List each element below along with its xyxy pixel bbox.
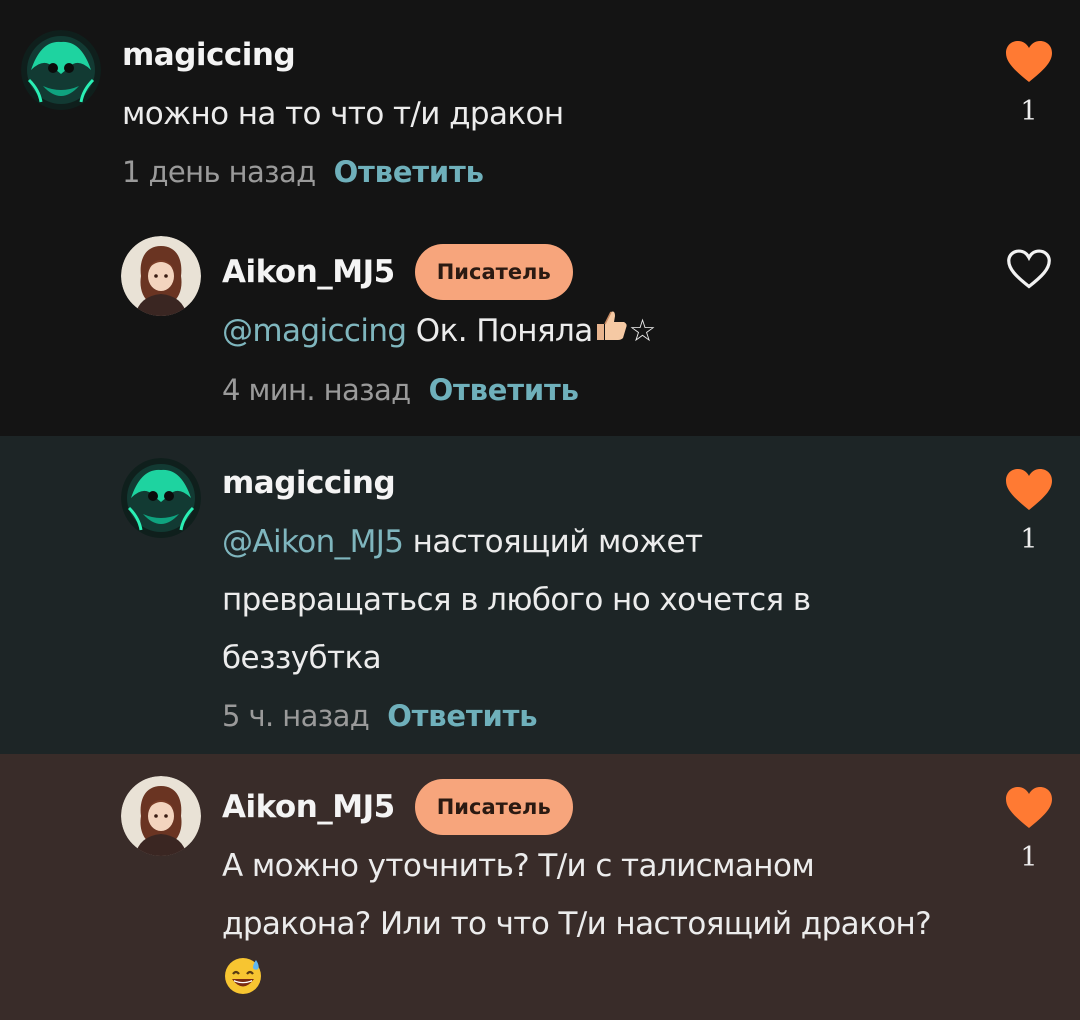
username[interactable]: magiccing (122, 37, 296, 73)
mention-link[interactable]: @Aikon_MJ5 (222, 524, 404, 560)
heart-filled-icon[interactable] (1004, 786, 1054, 830)
avatar[interactable] (121, 776, 201, 856)
like-control[interactable]: 1 (1003, 40, 1055, 127)
like-control[interactable] (1003, 248, 1055, 302)
avatar[interactable] (21, 30, 101, 110)
comment-text: @Aikon_MJ5 настоящий может (222, 514, 811, 571)
comment-body-line: настоящий может (412, 524, 703, 560)
timestamp: 1 день назад (122, 155, 316, 189)
like-control[interactable]: 1 (1003, 786, 1055, 873)
writer-badge: Писатель (414, 244, 573, 300)
writer-badge: Писатель (414, 779, 573, 835)
like-control[interactable]: 1 (1003, 468, 1055, 555)
avatar[interactable] (121, 458, 201, 538)
reply-button[interactable]: Ответить (334, 155, 484, 189)
thumbs-up-icon (593, 304, 629, 361)
heart-filled-icon[interactable] (1004, 468, 1054, 512)
comment-text: можно на то что т/и дракон (122, 96, 564, 132)
mention-link[interactable]: @magiccing (222, 313, 407, 349)
comment-emoji-line (222, 954, 931, 1015)
heart-outline-icon[interactable] (1006, 248, 1052, 290)
heart-filled-icon[interactable] (1004, 40, 1054, 84)
username[interactable]: magiccing (222, 465, 396, 501)
comment-item: magiccing можно на то что т/и дракон 1 д… (0, 0, 1080, 218)
comment-body-line: беззубтка (222, 640, 382, 676)
comment-body-line: А можно уточнить? Т/и с талисманом (222, 848, 815, 884)
reply-button[interactable]: Ответить (387, 699, 537, 733)
like-count: 1 (1020, 842, 1038, 873)
comment-item: Aikon_MJ5 Писатель А можно уточнить? Т/и… (0, 754, 1080, 1020)
username[interactable]: Aikon_MJ5 (222, 789, 395, 825)
star-icon: ☆ (628, 313, 657, 349)
comment-item: Aikon_MJ5 Писатель @magiccing Ок. Поняла… (0, 218, 1080, 436)
like-count: 1 (1020, 524, 1038, 555)
reply-button[interactable]: Ответить (429, 373, 579, 407)
comment-body-line: дракона? Или то что Т/и настоящий дракон… (222, 906, 932, 942)
comment-body: Ок. Поняла (415, 313, 593, 349)
comment-meta: 4 мин. назад Ответить (222, 361, 656, 419)
comment-item: magiccing @Aikon_MJ5 настоящий может пре… (0, 436, 1080, 754)
comment-text: @magiccing Ок. Поняла ☆ (222, 303, 656, 361)
timestamp: 5 ч. назад (222, 699, 370, 733)
like-count: 1 (1020, 96, 1038, 127)
username[interactable]: Aikon_MJ5 (222, 254, 395, 290)
sweat-smile-icon (222, 954, 264, 1015)
comment-meta: 1 день назад Ответить (122, 143, 564, 201)
timestamp: 4 мин. назад (222, 373, 411, 407)
comment-meta: 5 ч. назад Ответить (222, 687, 811, 745)
comment-body-line: превращаться в любого но хочется в (222, 582, 811, 618)
avatar[interactable] (121, 236, 201, 316)
